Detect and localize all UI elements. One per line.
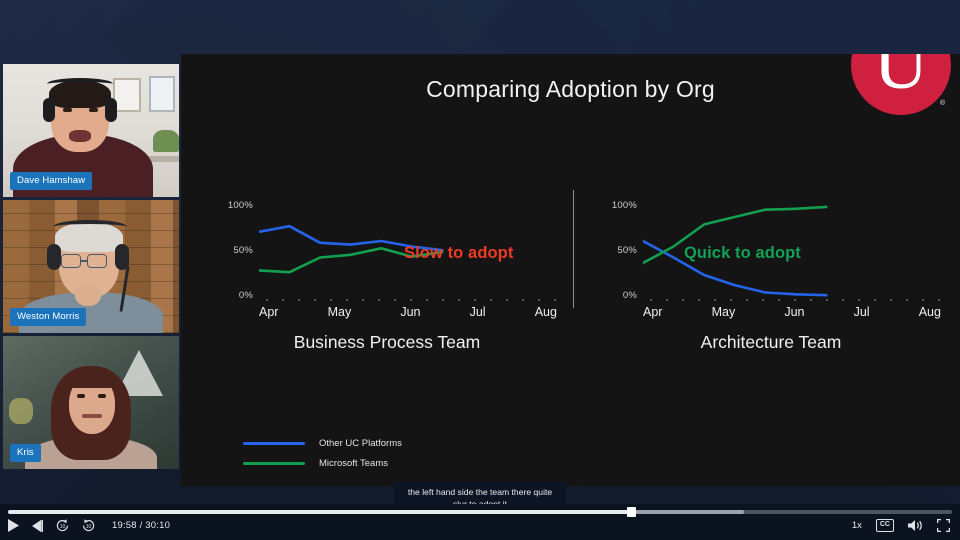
svg-text:10: 10 bbox=[60, 524, 66, 530]
annotation-quick-to-adopt: Quick to adopt bbox=[684, 244, 801, 262]
seek-handle[interactable] bbox=[627, 507, 637, 517]
next-track-icon[interactable] bbox=[32, 519, 43, 532]
fullscreen-icon[interactable] bbox=[937, 519, 950, 532]
y-tick-label: 0% bbox=[238, 290, 253, 301]
eyeglass-bridge bbox=[81, 260, 87, 262]
x-tick-label: Apr bbox=[643, 305, 663, 319]
eyeglass-lens bbox=[61, 254, 81, 268]
participant-video-strip: Dave Hamshaw Weston Morris Kris bbox=[3, 64, 179, 472]
x-axis-ticks bbox=[259, 299, 557, 301]
headphone-cup-left bbox=[47, 244, 61, 270]
x-tick-label: Jul bbox=[469, 305, 486, 319]
x-tick-label: Jun bbox=[400, 305, 421, 319]
legend-item: Microsoft Teams bbox=[243, 458, 402, 469]
participant-name-label: Kris bbox=[10, 443, 41, 462]
legend-label: Microsoft Teams bbox=[319, 458, 388, 469]
headphone-cup-right bbox=[105, 98, 117, 122]
chart-title-right: Architecture Team bbox=[700, 332, 842, 352]
x-tick-label: Jul bbox=[853, 305, 870, 319]
plant bbox=[153, 130, 179, 152]
forward-10-icon[interactable]: 10 bbox=[82, 519, 95, 532]
volume-icon[interactable] bbox=[908, 519, 923, 532]
y-tick-label: 50% bbox=[233, 245, 253, 256]
wall-picture bbox=[113, 78, 141, 112]
x-tick-label: Jun bbox=[784, 305, 805, 319]
person-mouth bbox=[82, 414, 102, 418]
y-tick-label: 0% bbox=[622, 290, 637, 301]
svg-text:10: 10 bbox=[86, 524, 92, 530]
chart-divider bbox=[573, 190, 575, 308]
participant-tile[interactable]: Dave Hamshaw bbox=[3, 64, 179, 197]
time-display: 19:58 / 30:10 bbox=[112, 520, 171, 531]
person-eye bbox=[77, 394, 85, 398]
chart-legend: Other UC Platforms Microsoft Teams bbox=[243, 438, 402, 478]
legend-swatch-other-uc bbox=[243, 442, 305, 445]
participant-tile[interactable]: Kris bbox=[3, 336, 179, 469]
x-tick-label: May bbox=[711, 305, 736, 319]
legend-item: Other UC Platforms bbox=[243, 438, 402, 449]
x-tick-label: Aug bbox=[918, 305, 941, 319]
progress-buffered bbox=[631, 510, 745, 514]
legend-label: Other UC Platforms bbox=[319, 438, 402, 449]
headphone-band bbox=[47, 78, 113, 90]
legend-swatch-teams bbox=[243, 462, 305, 465]
player-left-controls: 10 10 19:58 / 30:10 bbox=[8, 519, 170, 532]
registered-mark: ® bbox=[939, 100, 945, 107]
x-tick-label: May bbox=[327, 305, 352, 319]
seek-bar[interactable] bbox=[8, 507, 952, 517]
x-axis-ticks bbox=[643, 299, 941, 301]
person-mouth bbox=[69, 130, 91, 142]
participant-name-label: Weston Morris bbox=[10, 307, 87, 326]
playback-speed-button[interactable]: 1x bbox=[852, 520, 862, 531]
logo-letter: U bbox=[873, 54, 929, 105]
headphone-band bbox=[53, 220, 127, 234]
chart-panel-business-process: 100% 50% 0% Apr May Jun Jul Aug Slow to … bbox=[217, 200, 557, 352]
headphone-cup-left bbox=[43, 98, 55, 122]
lamp-glow bbox=[9, 398, 33, 424]
play-icon[interactable] bbox=[8, 519, 19, 532]
y-tick-label: 100% bbox=[227, 200, 253, 211]
x-axis-labels: Apr May Jun Jul Aug bbox=[643, 305, 941, 319]
page-title: Comparing Adoption by Org bbox=[426, 76, 715, 102]
participant-tile[interactable]: Weston Morris bbox=[3, 200, 179, 333]
chart-title-left: Business Process Team bbox=[293, 332, 481, 352]
shared-slide[interactable]: Comparing Adoption by Org U ® 100% 50% 0… bbox=[181, 54, 960, 486]
line-chart-right: 100% 50% 0% Apr May Jun Jul Aug Quick to… bbox=[601, 200, 941, 319]
person-hand bbox=[75, 284, 101, 306]
video-player-controls[interactable]: 10 10 19:58 / 30:10 1x CC bbox=[0, 504, 960, 540]
participant-name-label: Dave Hamshaw bbox=[10, 171, 93, 190]
line-chart-left: 100% 50% 0% Apr May Jun Jul Aug Slow to … bbox=[217, 200, 557, 319]
y-tick-label: 100% bbox=[611, 200, 637, 211]
person-eye bbox=[89, 108, 98, 112]
person-eye bbox=[98, 394, 106, 398]
unisys-logo: U ® bbox=[851, 54, 951, 115]
chart-panel-architecture: 100% 50% 0% Apr May Jun Jul Aug Quick to… bbox=[601, 200, 941, 352]
rewind-10-icon[interactable]: 10 bbox=[56, 519, 69, 532]
progress-played bbox=[8, 510, 632, 514]
x-tick-label: Aug bbox=[534, 305, 557, 319]
eyeglass-lens bbox=[87, 254, 107, 268]
caption-line-1: the left hand side the team there quite bbox=[407, 487, 553, 497]
x-axis-labels: Apr May Jun Jul Aug bbox=[259, 305, 557, 319]
person-eye bbox=[63, 108, 72, 112]
player-right-controls: 1x CC bbox=[852, 519, 950, 532]
closed-captions-icon[interactable]: CC bbox=[875, 519, 894, 532]
x-tick-label: Apr bbox=[259, 305, 279, 319]
wall-picture bbox=[149, 76, 175, 112]
annotation-slow-to-adopt: Slow to adopt bbox=[404, 244, 514, 262]
person-bangs bbox=[67, 370, 117, 388]
y-tick-label: 50% bbox=[617, 245, 637, 256]
